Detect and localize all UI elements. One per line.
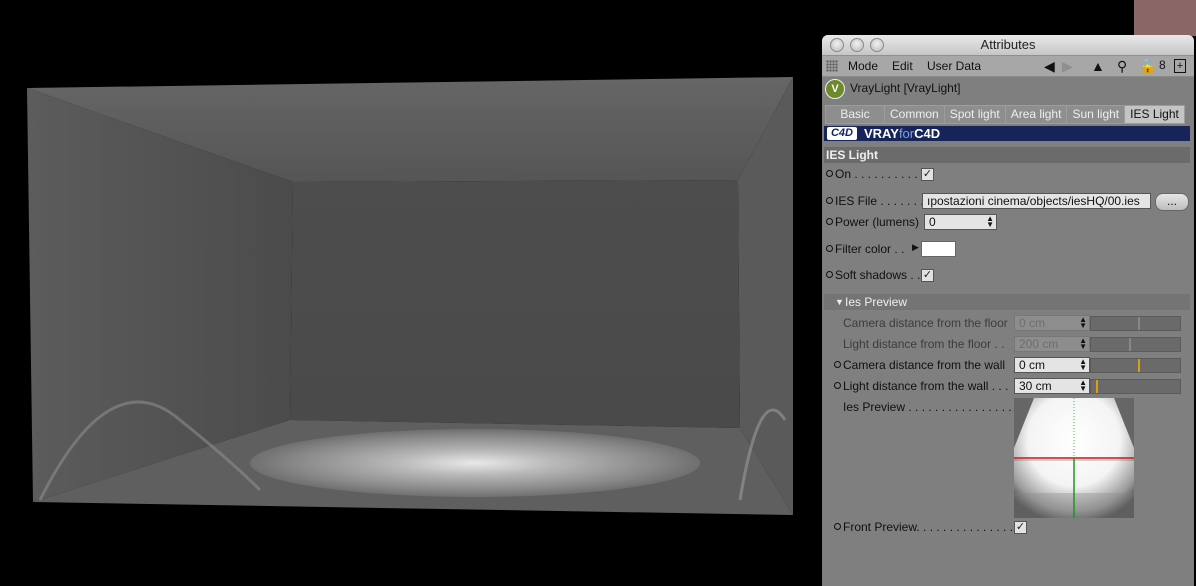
light-wall-row: Light distance from the wall . . . 30 cm… (824, 378, 1190, 396)
attributes-panel: Attributes Mode Edit User Data ◀ ▶ ▲ ⚲ 🔒… (822, 35, 1194, 586)
tab-basic[interactable]: Basic (825, 105, 885, 124)
title-bar[interactable]: Attributes (822, 35, 1194, 56)
menu-bar: Mode Edit User Data ◀ ▶ ▲ ⚲ 🔒 8 + (822, 56, 1194, 77)
soft-shadows-row: Soft shadows . . ✓ (824, 267, 1190, 285)
light-floor-slider (1090, 337, 1181, 352)
window-title: Attributes (980, 37, 1036, 52)
light-floor-input: 200 cm ▲ ▼ (1014, 336, 1090, 352)
keyframe-bullet[interactable] (834, 523, 841, 530)
filter-color-row: Filter color . . ▶ (824, 241, 1190, 259)
stepper-icon[interactable]: ▲ ▼ (986, 215, 994, 229)
camera-wall-slider[interactable] (1090, 358, 1181, 373)
forward-arrow-icon[interactable]: ▶ (1062, 58, 1073, 75)
new-panel-icon[interactable]: + (1174, 59, 1186, 73)
on-row: On . . . . . . . . . . . ✓ (824, 166, 1190, 184)
ies-preview-label: Ies Preview . . . . . . . . . . . . . . … (843, 400, 1019, 414)
vray-logo-text: VRAYforC4D (864, 126, 941, 141)
ies-file-input[interactable]: ıpostazioni cinema/objects/iesHQ/00.ies (922, 193, 1151, 209)
light-wall-slider[interactable] (1090, 379, 1181, 394)
expand-triangle-icon[interactable]: ▶ (912, 242, 919, 253)
ies-file-row: IES File . . . . . . . ıpostazioni cinem… (824, 193, 1190, 211)
camera-floor-input: 0 cm ▲ ▼ (1014, 315, 1090, 331)
tab-common[interactable]: Common (884, 105, 945, 124)
front-preview-row: Front Preview. . . . . . . . . . . . . .… (824, 519, 1190, 537)
power-row: Power (lumens) 0 ▲ ▼ (824, 214, 1190, 232)
browse-button[interactable]: ... (1155, 193, 1189, 211)
front-preview-checkbox[interactable]: ✓ (1014, 521, 1027, 534)
ies-light-section: IES Light (824, 147, 1190, 163)
vray-logo-icon: V (825, 79, 845, 99)
on-checkbox[interactable]: ✓ (921, 168, 934, 181)
collapse-triangle-icon[interactable]: ▼ (835, 294, 844, 310)
menu-user-data[interactable]: User Data (927, 59, 981, 73)
camera-floor-label: Camera distance from the floor (843, 316, 1008, 330)
camera-wall-label: Camera distance from the wall (843, 358, 1006, 372)
ies-preview-group-title: Ies Preview (845, 295, 908, 309)
front-preview-label: Front Preview. . . . . . . . . . . . . .… (843, 520, 1020, 534)
object-name: VrayLight [VrayLight] (850, 81, 961, 95)
ies-preview-image (1014, 398, 1134, 518)
tab-area-light[interactable]: Area light (1004, 105, 1068, 124)
background-window-edge (1134, 0, 1196, 36)
keyframe-bullet[interactable] (826, 271, 833, 278)
power-input[interactable]: 0 ▲ ▼ (924, 214, 997, 230)
soft-shadows-label: Soft shadows . . (835, 268, 921, 282)
on-label: On . . . . . . . . . . . (835, 167, 925, 181)
lock-icon[interactable]: 🔒 (1139, 58, 1156, 75)
light-wall-label: Light distance from the wall . . . (843, 379, 1009, 393)
camera-floor-slider (1090, 316, 1181, 331)
keyframe-bullet[interactable] (826, 218, 833, 225)
keyframe-bullet[interactable] (834, 361, 841, 368)
back-arrow-icon[interactable]: ◀ (1044, 58, 1055, 75)
camera-wall-input[interactable]: 0 cm ▲ ▼ (1014, 357, 1090, 373)
tab-ies-light[interactable]: IES Light (1124, 105, 1185, 124)
camera-floor-row: Camera distance from the floor 0 cm ▲ ▼ (824, 315, 1190, 333)
render-viewport (27, 77, 793, 515)
ies-preview-row: Ies Preview . . . . . . . . . . . . . . … (824, 399, 1190, 417)
menu-edit[interactable]: Edit (892, 59, 913, 73)
keyframe-bullet[interactable] (826, 245, 833, 252)
tab-bar: Basic Common Spot light Area light Sun l… (825, 105, 1185, 124)
tab-spot-light[interactable]: Spot light (943, 105, 1006, 124)
menu-mode[interactable]: Mode (848, 59, 878, 73)
object-header: V VrayLight [VrayLight] (822, 77, 1194, 99)
filter-color-swatch[interactable] (921, 241, 956, 257)
ies-preview-group-header[interactable]: ▼ Ies Preview (824, 294, 1190, 310)
soft-shadows-checkbox[interactable]: ✓ (921, 269, 934, 282)
light-floor-row: Light distance from the floor . . 200 cm… (824, 336, 1190, 354)
light-wall-input[interactable]: 30 cm ▲ ▼ (1014, 378, 1090, 394)
tab-sun-light[interactable]: Sun light (1066, 105, 1126, 124)
camera-wall-row: Camera distance from the wall 0 cm ▲ ▼ (824, 357, 1190, 375)
light-floor-label: Light distance from the floor . . (843, 337, 1005, 351)
link-icon[interactable]: 8 (1159, 58, 1166, 72)
ies-file-label: IES File . . . . . . . (835, 194, 924, 208)
up-arrow-icon[interactable]: ▲ (1091, 58, 1105, 74)
keyframe-bullet[interactable] (826, 197, 833, 204)
filter-color-label: Filter color . . (835, 242, 905, 256)
search-icon[interactable]: ⚲ (1117, 58, 1127, 75)
c4d-logo: C4D (827, 127, 857, 140)
keyframe-bullet[interactable] (834, 382, 841, 389)
grip-icon[interactable] (826, 60, 838, 72)
vray-banner: C4D VRAYforC4D (824, 126, 1190, 141)
keyframe-bullet[interactable] (826, 170, 833, 177)
power-label: Power (lumens) (835, 215, 920, 229)
